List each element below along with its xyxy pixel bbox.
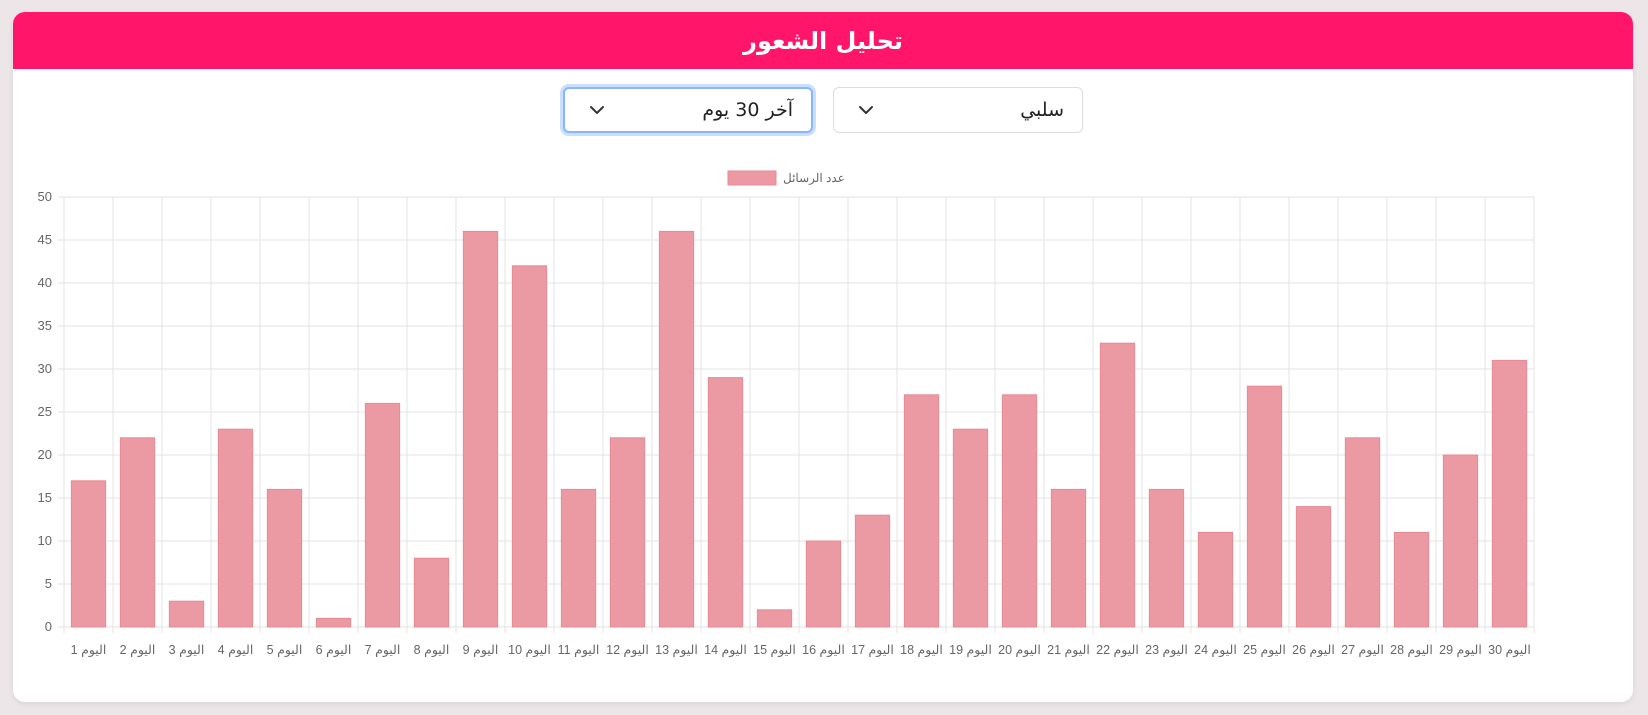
bar (1001, 394, 1038, 628)
bar (952, 428, 989, 628)
bar (903, 394, 940, 628)
bar (560, 488, 597, 628)
x-tick-label: اليوم 29 (1439, 643, 1482, 658)
y-tick-label: 10 (38, 533, 52, 548)
chart-container: 0 5 10 15 20 25 30 35 40 45 50 اليوم 1 اليوم 2 اليوم… (13, 162, 1633, 702)
bar (168, 600, 205, 628)
x-tick-label: اليوم 25 (1243, 643, 1286, 658)
x-tick-label: اليوم 11 (558, 643, 600, 658)
x-tick-label: اليوم 21 (1047, 643, 1090, 658)
x-tick-label: اليوم 20 (998, 643, 1041, 658)
y-tick-label: 45 (38, 232, 52, 247)
x-tick-label: اليوم 16 (802, 643, 845, 658)
legend-swatch (727, 170, 777, 186)
bar (413, 557, 450, 628)
bar (1344, 437, 1381, 628)
y-tick-label: 40 (38, 275, 52, 290)
y-tick-label: 20 (38, 447, 52, 462)
bar (462, 230, 499, 628)
x-tick-label: اليوم 19 (949, 643, 992, 658)
x-tick-label: اليوم 9 (463, 643, 499, 658)
bar-chart: 05101520253035404550 اليوم 1 اليوم 2 اليوم… (38, 170, 1535, 658)
period-select[interactable]: آخر 30 يوم (563, 87, 813, 133)
bar (1393, 531, 1430, 628)
bar (1295, 506, 1332, 628)
x-tick-label: اليوم 1 (71, 643, 107, 658)
sentiment-select[interactable]: سلبي (833, 87, 1083, 133)
page-title: تحليل الشعور (743, 26, 903, 55)
bar (1099, 342, 1136, 628)
chevron-down-icon (589, 102, 605, 118)
x-tick-label: اليوم 7 (365, 643, 401, 658)
bar (756, 609, 793, 628)
sentiment-select-value: سلبي (1020, 99, 1064, 121)
x-tick-label: اليوم 12 (606, 643, 649, 658)
x-tick-label: اليوم 24 (1194, 643, 1237, 658)
bar (707, 377, 744, 628)
x-tick-label: اليوم 5 (267, 643, 303, 658)
bar (1148, 488, 1185, 628)
bar (217, 428, 254, 628)
bar (511, 265, 548, 628)
x-tick-label: اليوم 26 (1292, 643, 1335, 658)
bar (266, 488, 303, 628)
x-tick-label: اليوم 2 (120, 643, 156, 658)
y-tick-label: 15 (38, 490, 52, 505)
bar (119, 437, 156, 628)
filter-controls: سلبي آخر 30 يوم (13, 87, 1633, 133)
y-tick-label: 25 (38, 404, 52, 419)
y-tick-label: 0 (45, 619, 52, 634)
x-tick-label: اليوم 17 (851, 643, 894, 658)
x-tick-label: اليوم 27 (1341, 643, 1384, 658)
x-tick-label: اليوم 23 (1145, 643, 1188, 658)
x-tick-label: اليوم 30 (1488, 643, 1531, 658)
x-tick-label: اليوم 14 (704, 643, 747, 658)
bar (854, 514, 891, 628)
bar (1050, 488, 1087, 628)
x-tick-label: اليوم 4 (218, 643, 254, 658)
x-tick-label: اليوم 10 (508, 643, 551, 658)
y-axis: 0 5 10 15 20 25 30 35 40 45 50 (38, 189, 52, 634)
x-tick-label: اليوم 8 (414, 643, 450, 658)
bar (70, 480, 107, 628)
legend-label: عدد الرسائل (783, 171, 845, 185)
card-header: تحليل الشعور (13, 12, 1633, 69)
bar (609, 437, 646, 628)
x-axis: اليوم 1 اليوم 2 اليوم 3 اليوم 4 اليوم 5 اليوم… (71, 643, 1531, 658)
period-select-value: آخر 30 يوم (702, 99, 793, 121)
bar (1491, 359, 1528, 628)
bar (364, 402, 401, 628)
y-tick-label: 30 (38, 361, 52, 376)
y-tick-label: 5 (45, 576, 52, 591)
bar (805, 540, 842, 628)
chevron-down-icon (858, 102, 874, 118)
y-tick-label: 50 (38, 189, 52, 204)
bar (1197, 531, 1234, 628)
x-tick-label: اليوم 6 (316, 643, 352, 658)
sentiment-card: تحليل الشعور سلبي آخر 30 يوم 0 5 10 15 20 25 3… (13, 12, 1633, 702)
chart-legend: عدد الرسائل (727, 170, 845, 186)
y-tick-label: 35 (38, 318, 52, 333)
x-tick-label: اليوم 18 (900, 643, 943, 658)
bar (1246, 385, 1283, 628)
x-tick-label: اليوم 3 (169, 643, 205, 658)
x-tick-label: اليوم 22 (1096, 643, 1139, 658)
bar (315, 617, 352, 628)
x-tick-label: اليوم 13 (655, 643, 698, 658)
x-tick-label: اليوم 15 (753, 643, 796, 658)
bar (1442, 454, 1479, 628)
x-tick-label: اليوم 28 (1390, 643, 1433, 658)
bar (658, 230, 695, 628)
